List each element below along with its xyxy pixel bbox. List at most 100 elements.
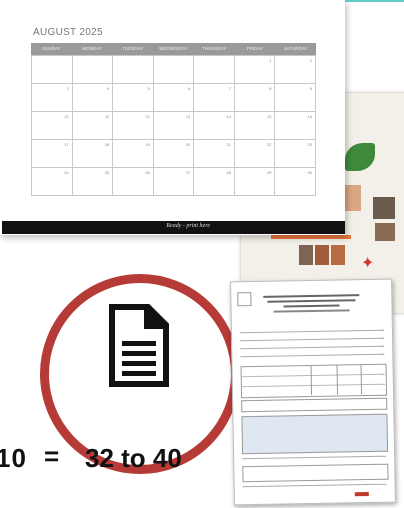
equation-right-value: 32 to 40 xyxy=(85,443,182,473)
calendar-day-cell: 4 xyxy=(72,84,114,112)
calendar-day-number: 9 xyxy=(309,86,312,91)
calendar-day-number: 25 xyxy=(104,170,110,175)
form-table xyxy=(240,363,388,399)
calendar-day-number: 3 xyxy=(66,86,69,91)
calendar-day-cell xyxy=(194,56,235,84)
brochure-photo xyxy=(373,197,395,219)
calendar-day-number: 4 xyxy=(106,86,110,91)
calendar-footer-text: Ready - print here xyxy=(166,223,210,229)
calendar-day-cell: 1 xyxy=(234,56,276,84)
calendar-day-cell: 23 xyxy=(275,140,316,168)
calendar-weekday-header: SUNDAY MONDAY TUESDAY WEDNESDAY THURSDAY… xyxy=(31,43,316,55)
calendar-day-cell: 11 xyxy=(72,112,114,140)
teal-accent-line xyxy=(345,0,404,2)
form-red-mark xyxy=(354,492,369,497)
brochure-photo xyxy=(331,245,345,265)
calendar-day-cell: 8 xyxy=(234,84,276,112)
calendar-day-cell: 5 xyxy=(113,84,154,112)
calendar-day-number: 12 xyxy=(145,114,150,119)
weekday-label: TUESDAY xyxy=(122,46,144,51)
calendar-day-number: 17 xyxy=(64,142,69,147)
calendar-day-cell xyxy=(32,56,73,84)
calendar-day-number: 8 xyxy=(269,86,272,91)
form-text-area xyxy=(241,413,389,455)
calendar-day-number: 1 xyxy=(269,58,272,63)
calendar-day-number: 21 xyxy=(226,142,231,147)
weekday-label: SUNDAY xyxy=(42,46,61,51)
calendar-day-number: 30 xyxy=(307,170,312,175)
weekday-label: THURSDAY xyxy=(201,46,227,51)
calendar-day-cell: 16 xyxy=(275,112,316,140)
calendar-day-cell: 28 xyxy=(194,168,235,196)
calendar-day-number: 18 xyxy=(104,142,110,147)
calendar-day-number: 10 xyxy=(64,114,69,119)
calendar-day-cell xyxy=(72,56,114,84)
calendar-day-cell: 21 xyxy=(194,140,235,168)
calendar-day-cell: 9 xyxy=(275,84,316,112)
equation-left-value: 10 xyxy=(0,443,27,473)
calendar-day-cell: 13 xyxy=(153,112,195,140)
calendar-day-number: 24 xyxy=(64,170,69,175)
calendar-grid: SUNDAY MONDAY TUESDAY WEDNESDAY THURSDAY… xyxy=(31,43,316,196)
calendar-title: AUGUST 2025 xyxy=(33,27,103,38)
calendar-day-cell: 30 xyxy=(275,168,316,196)
calendar-day-number: 22 xyxy=(266,142,272,147)
calendar-day-cell: 12 xyxy=(113,112,154,140)
calendar-day-number: 26 xyxy=(145,170,150,175)
weekday-label: WEDNESDAY xyxy=(159,46,188,51)
calendar-day-cell: 19 xyxy=(113,140,154,168)
brochure-stripe xyxy=(271,235,351,239)
calendar-day-number: 29 xyxy=(266,170,272,175)
calendar-footer: Ready - print here xyxy=(2,221,345,234)
calendar-day-number: 23 xyxy=(307,142,312,147)
calendar-day-cell: 7 xyxy=(194,84,235,112)
weekday-label: FRIDAY xyxy=(246,46,263,51)
calendar-day-cell: 25 xyxy=(72,168,114,196)
leaf-graphic xyxy=(345,143,375,171)
calendar-day-cell: 2 xyxy=(275,56,316,84)
calendar-day-number: 16 xyxy=(307,114,312,119)
calendar-day-cell: 26 xyxy=(113,168,154,196)
form-logo xyxy=(237,292,252,307)
calendar-day-cell: 14 xyxy=(194,112,235,140)
calendar-day-cell: 22 xyxy=(234,140,276,168)
document-icon xyxy=(109,304,169,387)
calendar-day-cell: 18 xyxy=(72,140,114,168)
form-document-thumbnail xyxy=(230,278,396,506)
calendar-day-cell: 10 xyxy=(32,112,73,140)
calendar-day-cell: 17 xyxy=(32,140,73,168)
calendar-day-cell: 29 xyxy=(234,168,276,196)
calendar-day-cell: 6 xyxy=(153,84,195,112)
calendar-day-number: 19 xyxy=(145,142,150,147)
calendar-day-number: 20 xyxy=(185,142,191,147)
form-header xyxy=(253,290,371,318)
brochure-photo xyxy=(375,223,395,241)
calendar-day-cell: 15 xyxy=(234,112,276,140)
brochure-photo xyxy=(299,245,313,265)
calendar-day-number: 11 xyxy=(104,114,110,119)
maple-leaf-icon: ✦ xyxy=(361,253,375,272)
calendar-day-cell: 3 xyxy=(32,84,73,112)
calendar-day-number: 27 xyxy=(185,170,191,175)
calendar-day-cell xyxy=(113,56,154,84)
calendar-day-number: 7 xyxy=(228,86,231,91)
brochure-photo xyxy=(315,245,329,265)
calendar-day-cell xyxy=(153,56,195,84)
form-row xyxy=(242,463,389,483)
calendar-day-number: 14 xyxy=(226,114,231,119)
form-row xyxy=(241,397,388,413)
calendar-day-number: 2 xyxy=(309,58,312,63)
calendar-day-cell: 24 xyxy=(32,168,73,196)
weekday-label: MONDAY xyxy=(82,46,102,51)
calendar-day-number: 6 xyxy=(188,86,191,91)
calendar-day-number: 15 xyxy=(266,114,272,119)
calendar-day-number: 28 xyxy=(226,170,231,175)
calendar-day-cell: 27 xyxy=(153,168,195,196)
equals-sign: = xyxy=(44,441,60,471)
calendar-day-number: 5 xyxy=(147,86,150,91)
weekday-label: SATURDAY xyxy=(283,46,308,51)
calendar-day-cell: 20 xyxy=(153,140,195,168)
calendar-days: 1 2 3 4 5 6 7 8 9 10 11 12 13 14 15 16 17 18 19 20 21 22 23 24 2… xyxy=(31,55,316,196)
calendar-day-number: 13 xyxy=(185,114,191,119)
calendar-sheet: AUGUST 2025 SUNDAY MONDAY TUESDAY WEDNES… xyxy=(0,0,345,235)
